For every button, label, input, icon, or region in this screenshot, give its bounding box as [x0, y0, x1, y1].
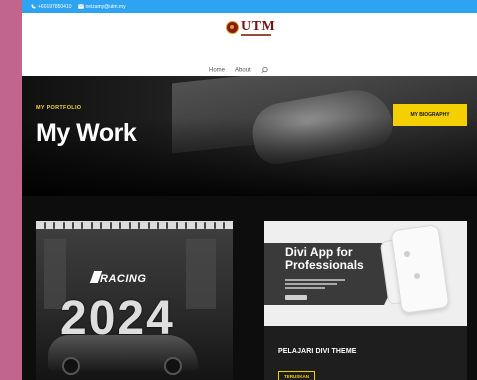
main-nav: Home About	[209, 66, 268, 74]
utm-seal	[226, 21, 239, 34]
top-bar: +60197850410 neizamy@utm.my	[22, 0, 477, 13]
portfolio-item-divi-theme[interactable]: Divi App for Professionals PELAJARI DIVI…	[264, 221, 467, 380]
search-icon[interactable]	[261, 66, 268, 74]
divi-app-image: Divi App for Professionals	[264, 221, 467, 326]
card-title: PELAJARI DIVI THEME	[278, 348, 357, 355]
logo-text: UTM	[241, 19, 276, 34]
my-biography-button[interactable]: MY BIOGRAPHY	[393, 104, 467, 126]
teruskan-button[interactable]: TERUSKAN	[278, 371, 315, 380]
logo-tagline	[241, 34, 271, 36]
utm-logo[interactable]: UTM	[226, 19, 276, 46]
calendar-photo: RACING 2024	[36, 229, 233, 380]
phone-mockup-front	[390, 224, 450, 314]
portfolio-item-racing-calendar[interactable]: RACING 2024	[36, 221, 233, 380]
racing-brand: RACING	[100, 273, 147, 285]
hero-eyebrow: MY PORTFOLIO	[36, 105, 82, 111]
page: +60197850410 neizamy@utm.my UTM Home Abo…	[22, 0, 477, 380]
phone-icon	[31, 4, 36, 9]
email-contact[interactable]: neizamy@utm.my	[77, 3, 126, 10]
phone-number: +60197850410	[38, 3, 72, 10]
nav-about[interactable]: About	[235, 67, 251, 73]
email-address: neizamy@utm.my	[85, 3, 126, 10]
nav-home[interactable]: Home	[209, 67, 225, 73]
phone-contact[interactable]: +60197850410	[31, 4, 72, 10]
calendar-binding	[36, 221, 233, 229]
hero-title: My Work	[36, 119, 137, 147]
site-header: UTM Home About	[22, 13, 477, 76]
email-icon	[77, 4, 84, 9]
divi-app-heading: Divi App for Professionals	[285, 245, 364, 272]
hero-section: MY PORTFOLIO My Work MY BIOGRAPHY	[22, 76, 477, 196]
